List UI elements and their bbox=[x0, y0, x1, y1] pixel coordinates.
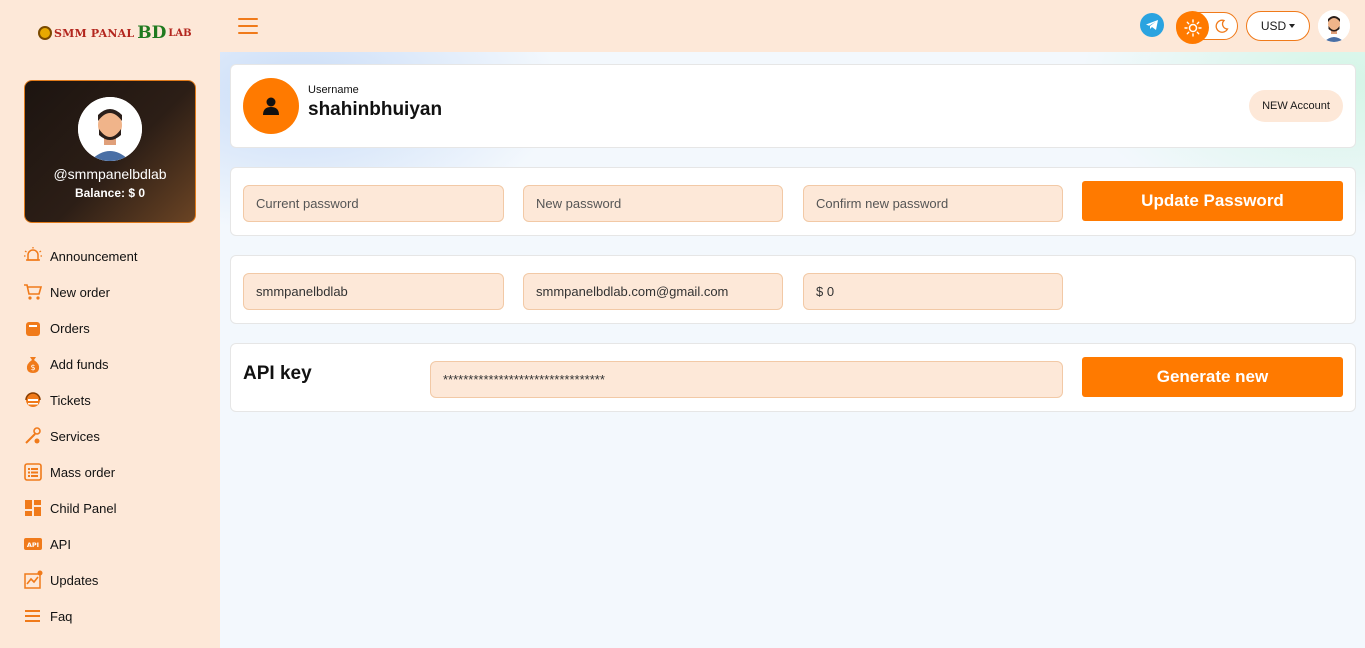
profile-card: @smmpanelbdlab Balance: $ 0 bbox=[24, 80, 196, 223]
new-password-input[interactable] bbox=[523, 185, 783, 222]
sidebar-item-services[interactable]: Services bbox=[22, 418, 212, 454]
bell-icon bbox=[22, 245, 44, 267]
top-bar: SMM PANAL BD LAB USD bbox=[0, 0, 1365, 52]
email-field[interactable] bbox=[523, 273, 783, 310]
sidebar-item-updates[interactable]: Updates bbox=[22, 562, 212, 598]
username-value: shahinbhuiyan bbox=[308, 99, 443, 120]
caret-down-icon bbox=[1289, 24, 1296, 28]
sidebar-item-label: Updates bbox=[50, 572, 99, 588]
bag-icon bbox=[22, 317, 44, 339]
account-card: Username shahinbhuiyan NEW Account bbox=[230, 64, 1356, 148]
logo-text-part3: LAB bbox=[168, 27, 192, 39]
sidebar-item-label: Faq bbox=[50, 608, 73, 624]
faq-icon bbox=[22, 605, 44, 627]
sidebar-item-api[interactable]: API API bbox=[22, 526, 212, 562]
sidebar-item-label: Tickets bbox=[50, 392, 91, 408]
api-key-label: API key bbox=[243, 363, 312, 384]
logo-text-part1: SMM PANAL bbox=[54, 26, 135, 40]
sidebar-item-label: Announcement bbox=[50, 248, 138, 264]
update-password-button[interactable]: Update Password bbox=[1082, 181, 1343, 221]
svg-text:$: $ bbox=[30, 363, 35, 372]
money-bag-icon: $ bbox=[22, 353, 44, 375]
profile-handle: @smmpanelbdlab bbox=[53, 166, 167, 182]
logo-gear-icon bbox=[38, 26, 52, 40]
list-icon bbox=[22, 461, 44, 483]
sidebar-item-orders[interactable]: Orders bbox=[22, 310, 212, 346]
user-avatar[interactable] bbox=[1318, 10, 1350, 42]
sidebar-item-new-order[interactable]: New order bbox=[22, 274, 212, 310]
main-content: Username shahinbhuiyan NEW Account Updat… bbox=[220, 52, 1365, 648]
api-key-field[interactable] bbox=[430, 361, 1063, 398]
chart-icon bbox=[22, 569, 44, 591]
hamburger-icon[interactable] bbox=[238, 18, 258, 34]
username-field[interactable] bbox=[243, 273, 504, 310]
profile-avatar bbox=[78, 97, 142, 161]
sidebar-item-label: Add funds bbox=[50, 356, 109, 372]
user-icon bbox=[243, 78, 299, 134]
sidebar-item-add-funds[interactable]: $ Add funds bbox=[22, 346, 212, 382]
balance-field[interactable] bbox=[803, 273, 1063, 310]
currency-label: USD bbox=[1260, 19, 1287, 33]
generate-new-button[interactable]: Generate new bbox=[1082, 357, 1343, 397]
sidebar-item-label: API bbox=[50, 536, 71, 552]
profile-balance: Balance: $ 0 bbox=[74, 186, 146, 200]
theme-toggle[interactable] bbox=[1176, 11, 1238, 44]
sidebar-item-tickets[interactable]: Tickets bbox=[22, 382, 212, 418]
sidebar-menu: Announcement New order Orders $ Add fund… bbox=[22, 238, 212, 634]
logo-text-part2: BD bbox=[137, 23, 167, 43]
sidebar-item-mass-order[interactable]: Mass order bbox=[22, 454, 212, 490]
current-password-input[interactable] bbox=[243, 185, 504, 222]
sidebar-item-label: Child Panel bbox=[50, 500, 117, 516]
currency-select[interactable]: USD bbox=[1246, 11, 1310, 41]
grid-icon bbox=[22, 497, 44, 519]
password-card: Update Password bbox=[230, 167, 1356, 236]
api-key-card: API key Generate new bbox=[230, 343, 1356, 412]
moon-icon[interactable] bbox=[1215, 19, 1229, 33]
logo[interactable]: SMM PANAL BD LAB bbox=[38, 22, 192, 44]
username-label: Username bbox=[308, 84, 359, 96]
sidebar-item-label: New order bbox=[50, 284, 110, 300]
svg-text:API: API bbox=[27, 541, 39, 549]
sidebar-item-faq[interactable]: Faq bbox=[22, 598, 212, 634]
support-icon bbox=[22, 389, 44, 411]
sidebar-item-child-panel[interactable]: Child Panel bbox=[22, 490, 212, 526]
telegram-icon[interactable] bbox=[1140, 13, 1164, 37]
confirm-password-input[interactable] bbox=[803, 185, 1063, 222]
sun-icon[interactable] bbox=[1176, 11, 1209, 44]
sidebar-item-label: Mass order bbox=[50, 464, 116, 480]
sidebar-item-label: Orders bbox=[50, 320, 90, 336]
sidebar: @smmpanelbdlab Balance: $ 0 Announcement… bbox=[0, 52, 220, 648]
sidebar-item-label: Services bbox=[50, 428, 100, 444]
account-info-card bbox=[230, 255, 1356, 324]
cart-icon bbox=[22, 281, 44, 303]
new-account-button[interactable]: NEW Account bbox=[1249, 90, 1343, 122]
api-icon: API bbox=[22, 533, 44, 555]
tools-icon bbox=[22, 425, 44, 447]
sidebar-item-announcement[interactable]: Announcement bbox=[22, 238, 212, 274]
